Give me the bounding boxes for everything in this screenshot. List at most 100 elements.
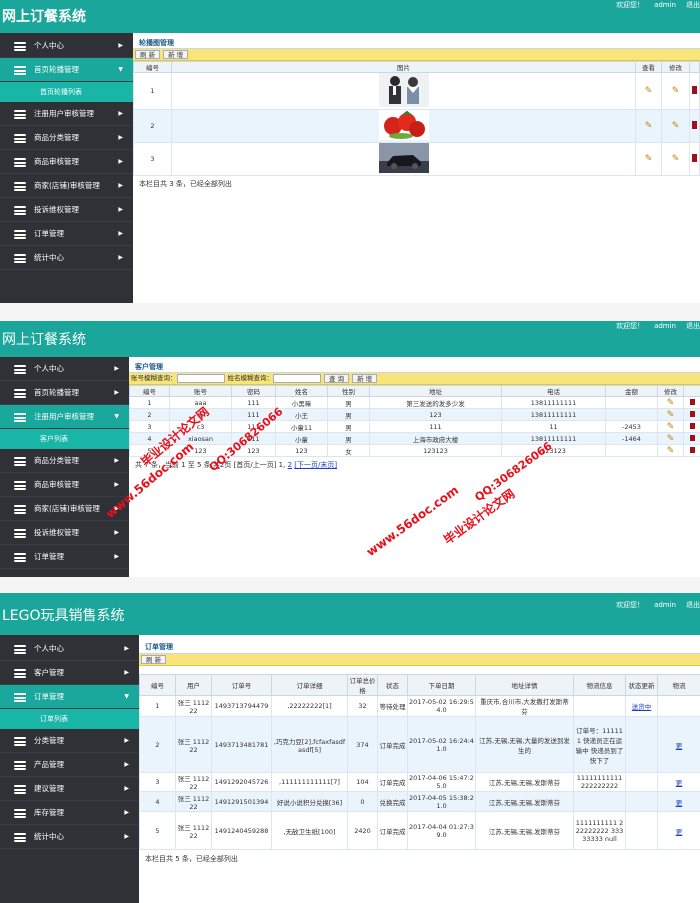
col-image: 图片 bbox=[171, 61, 636, 73]
sidebar-item[interactable]: 统计中心 ▶ bbox=[0, 246, 133, 270]
edit-icon[interactable]: ✎ bbox=[667, 434, 675, 444]
table-row: 3 ✎ ✎ bbox=[133, 142, 700, 176]
sidebar-subitem[interactable]: 订单列表 bbox=[0, 709, 139, 729]
sidebar-item[interactable]: 客户管理 ▶ bbox=[0, 661, 139, 685]
sidebar-item[interactable]: 订单管理 ▶ bbox=[0, 545, 129, 569]
sidebar-item[interactable]: 投诉维权管理 ▶ bbox=[0, 198, 133, 222]
view-icon[interactable]: ✎ bbox=[645, 86, 653, 96]
logout-link[interactable]: 退出 bbox=[686, 601, 700, 609]
car-image bbox=[171, 142, 636, 176]
sidebar-subitem[interactable]: 首页轮播列表 bbox=[0, 82, 133, 102]
table-cell bbox=[605, 408, 658, 421]
delete-icon[interactable] bbox=[689, 398, 695, 405]
col-id: 编号 bbox=[129, 385, 170, 397]
sidebar-item[interactable]: 投诉维权管理 ▶ bbox=[0, 521, 129, 545]
sidebar-item[interactable]: 注册用户审核管理 ▶ bbox=[0, 102, 133, 126]
col-delete bbox=[683, 385, 700, 397]
delete-icon[interactable] bbox=[689, 434, 695, 441]
view-icon[interactable]: ✎ bbox=[645, 154, 653, 164]
edit-icon[interactable]: ✎ bbox=[672, 86, 680, 96]
sidebar-item[interactable]: 个人中心 ▶ bbox=[0, 34, 133, 58]
main-content: 轮播图管理 刷 新新 增 编号 图片 查看 修改 1 ✎ ✎ 2 ✎ ✎ 3 ✎… bbox=[133, 33, 700, 303]
chevron-right-icon: ▶ bbox=[124, 785, 129, 792]
table-cell: 13811111111 bbox=[501, 408, 606, 421]
table-cell: 订单完成 bbox=[377, 811, 408, 850]
edit-icon[interactable]: ✎ bbox=[672, 154, 680, 164]
sidebar-item[interactable]: 商家(店铺)审核管理 ▶ bbox=[0, 174, 133, 198]
edit-icon[interactable]: ✎ bbox=[667, 446, 675, 456]
sidebar-item[interactable]: 首页轮播管理 ▶ bbox=[0, 381, 129, 405]
table-cell: 女 bbox=[327, 444, 370, 457]
table-cell: -2453 bbox=[605, 420, 658, 433]
refresh-button[interactable]: 刷 新 bbox=[135, 49, 161, 59]
sidebar-item[interactable]: 分类管理 ▶ bbox=[0, 729, 139, 753]
sidebar-item[interactable]: 产品管理 ▶ bbox=[0, 753, 139, 777]
delete-icon[interactable] bbox=[689, 410, 695, 417]
edit-icon[interactable]: ✎ bbox=[667, 422, 675, 432]
delete-icon[interactable] bbox=[692, 121, 697, 129]
table-cell[interactable]: 更 bbox=[657, 791, 700, 812]
table-cell[interactable]: 更 bbox=[657, 811, 700, 850]
add-button[interactable]: 新 增 bbox=[352, 373, 378, 383]
table-cell[interactable]: 更 bbox=[657, 772, 700, 792]
table-cell[interactable]: 送货中 bbox=[625, 695, 658, 717]
table-cell: 5 bbox=[139, 811, 176, 850]
sidebar-item[interactable]: 统计中心 ▶ bbox=[0, 825, 139, 849]
logout-link[interactable]: 退出 bbox=[686, 322, 700, 330]
next-page-link[interactable]: [下一页/末页] bbox=[294, 461, 337, 469]
menu-stack-icon bbox=[14, 693, 26, 702]
account-search-input[interactable] bbox=[176, 373, 225, 383]
edit-icon[interactable]: ✎ bbox=[672, 121, 680, 131]
table-cell: 好说小说积分兑换[36] bbox=[271, 791, 348, 812]
sidebar-item[interactable]: 个人中心 ▶ bbox=[0, 357, 129, 381]
add-button[interactable]: 新 增 bbox=[163, 49, 189, 59]
menu-stack-icon bbox=[14, 505, 26, 514]
sidebar-subitem[interactable]: 客户列表 bbox=[0, 429, 129, 449]
sidebar-item[interactable]: 建议管理 ▶ bbox=[0, 777, 139, 801]
table-cell: 2420 bbox=[347, 811, 378, 850]
edit-icon[interactable]: ✎ bbox=[667, 398, 675, 408]
sidebar-item[interactable]: 订单管理 ▶ bbox=[0, 222, 133, 246]
menu-stack-icon bbox=[14, 110, 26, 119]
sidebar-item-label: 注册用户审核管理 bbox=[34, 109, 94, 118]
sidebar-item-label: 个人中心 bbox=[34, 364, 64, 373]
search-button[interactable]: 查 询 bbox=[324, 373, 350, 383]
delete-icon[interactable] bbox=[692, 154, 697, 162]
menu-stack-icon bbox=[14, 158, 26, 167]
menu-stack-icon bbox=[14, 529, 26, 538]
col-edit: 修改 bbox=[657, 385, 684, 397]
col-delete bbox=[689, 61, 700, 73]
menu-stack-icon bbox=[14, 182, 26, 191]
sidebar-item[interactable]: 商品审核管理 ▶ bbox=[0, 150, 133, 174]
edit-icon[interactable]: ✎ bbox=[667, 410, 675, 420]
table-cell[interactable]: 更 bbox=[657, 716, 700, 773]
delete-icon[interactable] bbox=[689, 422, 695, 429]
page-2-link[interactable]: 2 bbox=[288, 461, 292, 469]
delete-icon[interactable] bbox=[689, 446, 695, 453]
sidebar-item[interactable]: 订单管理 ▼ bbox=[0, 685, 139, 709]
sidebar-item-label: 个人中心 bbox=[34, 41, 64, 50]
sidebar-item[interactable]: 首页轮播管理 ▼ bbox=[0, 58, 133, 82]
sidebar-item[interactable]: 注册用户审核管理 ▼ bbox=[0, 405, 129, 429]
sidebar-item[interactable]: 个人中心 ▶ bbox=[0, 637, 139, 661]
sidebar-item[interactable]: 商品分类管理 ▶ bbox=[0, 126, 133, 150]
table-cell: 1491291501394 bbox=[211, 791, 272, 812]
view-icon[interactable]: ✎ bbox=[645, 121, 653, 131]
name-search-input[interactable] bbox=[273, 373, 321, 383]
logout-link[interactable]: 退出 bbox=[686, 1, 700, 9]
welcome-text: 欢迎您！ bbox=[616, 1, 645, 9]
sidebar-item[interactable]: 商品分类管理 ▶ bbox=[0, 449, 129, 473]
table-row: 1 aaa 111 小黑嘛男第三发送的发多少发 13811111111 ✎ bbox=[129, 396, 700, 409]
table-footer: 本栏目共 3 条，已经全部列出 bbox=[139, 180, 232, 188]
header: 网上订餐系统 欢迎您！ admin 退出 bbox=[0, 0, 700, 33]
table-cell: 13811111111 bbox=[501, 396, 606, 409]
chevron-right-icon: ▶ bbox=[124, 809, 129, 816]
refresh-button[interactable]: 刷 新 bbox=[141, 654, 167, 664]
menu-stack-icon bbox=[14, 389, 26, 398]
table-cell: 男 bbox=[327, 408, 370, 421]
sidebar-item[interactable]: 商品审核管理 ▶ bbox=[0, 473, 129, 497]
sidebar-item[interactable]: 库存管理 ▶ bbox=[0, 801, 139, 825]
delete-icon[interactable] bbox=[692, 86, 697, 94]
table-row: 5 123 123 123 女 123123 123123 ✎ bbox=[129, 444, 700, 457]
table-cell: 13811111111 bbox=[501, 432, 606, 445]
